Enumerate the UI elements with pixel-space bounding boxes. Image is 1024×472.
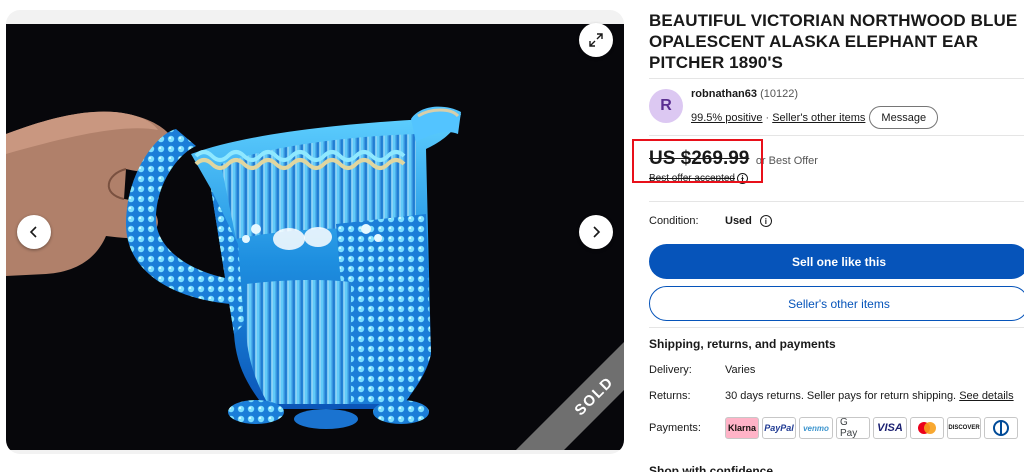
venmo-icon: venmo	[799, 417, 833, 439]
seller-other-items-link[interactable]: Seller's other items	[772, 112, 865, 124]
feedback-count: (10122)	[760, 88, 798, 100]
discover-icon: DISCOVER	[947, 417, 981, 439]
condition-row: Condition: Used i	[649, 215, 772, 227]
price-area: US $269.99 or Best Offer Best offer acce…	[649, 148, 818, 184]
price: US $269.99	[649, 148, 750, 169]
shop-with-confidence-heading: Shop with confidence	[649, 464, 774, 472]
sell-one-like-this-button[interactable]: Sell one like this	[649, 244, 1024, 279]
pitcher-photo-illustration	[6, 106, 461, 429]
seller-links: 99.5% positive · Seller's other items Me…	[691, 106, 939, 129]
delivery-row: Delivery: Varies	[649, 364, 755, 376]
payment-methods: Klarna PayPal venmo G Pay VISA DISCOVER	[725, 417, 1018, 439]
seller-avatar[interactable]: R	[649, 89, 683, 123]
returns-value: 30 days returns. Seller pays for return …	[725, 390, 957, 402]
previous-image-button[interactable]	[17, 215, 51, 249]
delivery-label: Delivery:	[649, 364, 692, 376]
product-photo[interactable]: SOLD	[6, 24, 624, 450]
listing-title: BEAUTIFUL VICTORIAN NORTHWOOD BLUE OPALE…	[649, 11, 1018, 72]
payments-row: Payments: Klarna PayPal venmo G Pay VISA…	[649, 417, 1018, 439]
condition-info-icon[interactable]: i	[759, 215, 772, 227]
returns-label: Returns:	[649, 390, 691, 402]
separator: ·	[765, 111, 770, 124]
offer-accepted-text: Best offer accepted	[649, 173, 735, 184]
divider	[649, 201, 1024, 202]
expand-icon	[589, 33, 603, 47]
message-seller-button[interactable]: Message	[869, 106, 939, 129]
best-offer-text: or Best Offer	[755, 155, 818, 167]
seller-name-line: robnathan63 (10122)	[691, 88, 798, 100]
fullscreen-button[interactable]	[579, 23, 613, 57]
visa-icon: VISA	[873, 417, 907, 439]
positive-feedback-link[interactable]: 99.5% positive	[691, 112, 763, 124]
offer-accepted: Best offer accepted i	[649, 173, 748, 184]
see-details-link[interactable]: See details	[959, 390, 1013, 402]
payments-label: Payments:	[649, 422, 701, 434]
diners-club-icon	[984, 417, 1018, 439]
next-image-button[interactable]	[579, 215, 613, 249]
chevron-right-icon	[593, 226, 601, 238]
klarna-icon: Klarna	[725, 417, 759, 439]
divider	[649, 327, 1024, 328]
delivery-value: Varies	[725, 364, 756, 376]
chevron-left-icon	[29, 226, 37, 238]
image-gallery: SOLD	[6, 10, 624, 454]
info-icon[interactable]: i	[736, 173, 748, 184]
seller-card: R robnathan63 (10122) 99.5% positive · S…	[649, 78, 1024, 136]
google-pay-icon: G Pay	[836, 417, 870, 439]
seller-other-items-button[interactable]: Seller's other items	[649, 286, 1024, 321]
condition-label: Condition:	[649, 215, 699, 227]
returns-row: Returns: 30 days returns. Seller pays fo…	[649, 390, 1014, 402]
paypal-icon: PayPal	[762, 417, 796, 439]
shipping-heading: Shipping, returns, and payments	[649, 337, 836, 351]
mastercard-icon	[910, 417, 944, 439]
seller-name[interactable]: robnathan63	[691, 88, 757, 100]
listing-info: BEAUTIFUL VICTORIAN NORTHWOOD BLUE OPALE…	[649, 10, 1024, 184]
condition-value: Used	[725, 215, 752, 227]
